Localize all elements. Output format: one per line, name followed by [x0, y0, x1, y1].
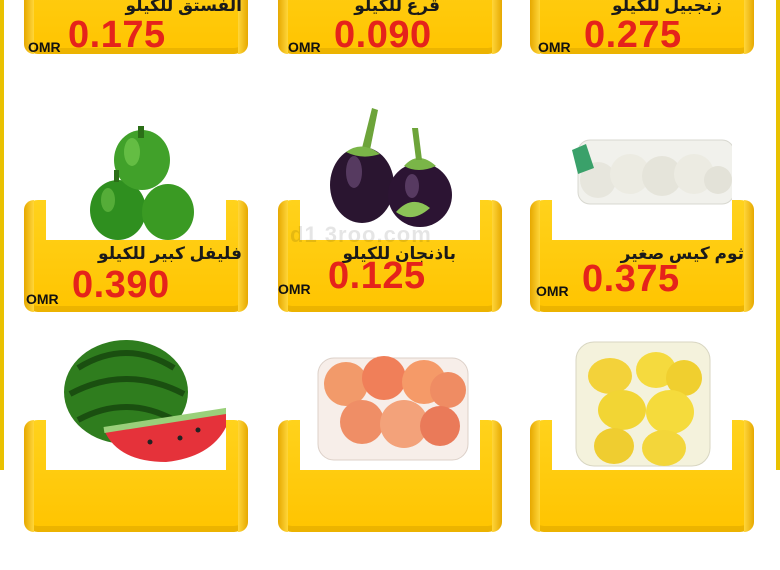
product-card[interactable]: زنجبيل للكيلو OMR 0.275: [522, 0, 762, 92]
product-card[interactable]: فليفل كبير للكيلو OMR 0.390: [16, 120, 256, 350]
product-photo: [552, 120, 735, 240]
product-photo: [300, 348, 480, 470]
product-card[interactable]: قرع للكيلو OMR 0.090: [270, 0, 510, 92]
product-photo: [46, 338, 233, 470]
currency-label: OMR: [288, 39, 321, 55]
currency-label: OMR: [28, 39, 61, 55]
green-pepper-icon: [90, 126, 194, 240]
lemons-box-icon: [575, 341, 711, 467]
product-card[interactable]: الفستق للكيلو OMR 0.175: [16, 0, 256, 92]
product-card[interactable]: ثوم كيس صغير OMR 0.375: [522, 120, 762, 350]
watermelon-icon: [64, 340, 233, 462]
watermark: d1 3roo.com: [290, 222, 432, 247]
product-photo: [46, 120, 226, 240]
currency-label: OMR: [26, 291, 59, 307]
currency-label: OMR: [278, 281, 311, 297]
currency-label: OMR: [538, 39, 571, 55]
product-name: فليفل كبير للكيلو: [98, 244, 242, 263]
product-photo: [552, 338, 732, 470]
product-price: 0.175: [68, 14, 166, 56]
garlic-bag-icon: [572, 139, 735, 205]
product-price: 0.275: [584, 14, 682, 56]
product-price: 0.090: [334, 14, 432, 56]
peaches-box-icon: [317, 356, 469, 461]
product-card[interactable]: [270, 348, 510, 570]
currency-label: OMR: [536, 283, 569, 299]
eggplant-icon: [330, 108, 452, 227]
product-price: 0.390: [72, 264, 170, 306]
product-price: 0.375: [582, 258, 680, 300]
product-card[interactable]: [16, 338, 256, 570]
product-photo: [300, 100, 480, 240]
product-card[interactable]: [522, 338, 762, 570]
product-price: 0.125: [328, 255, 426, 297]
